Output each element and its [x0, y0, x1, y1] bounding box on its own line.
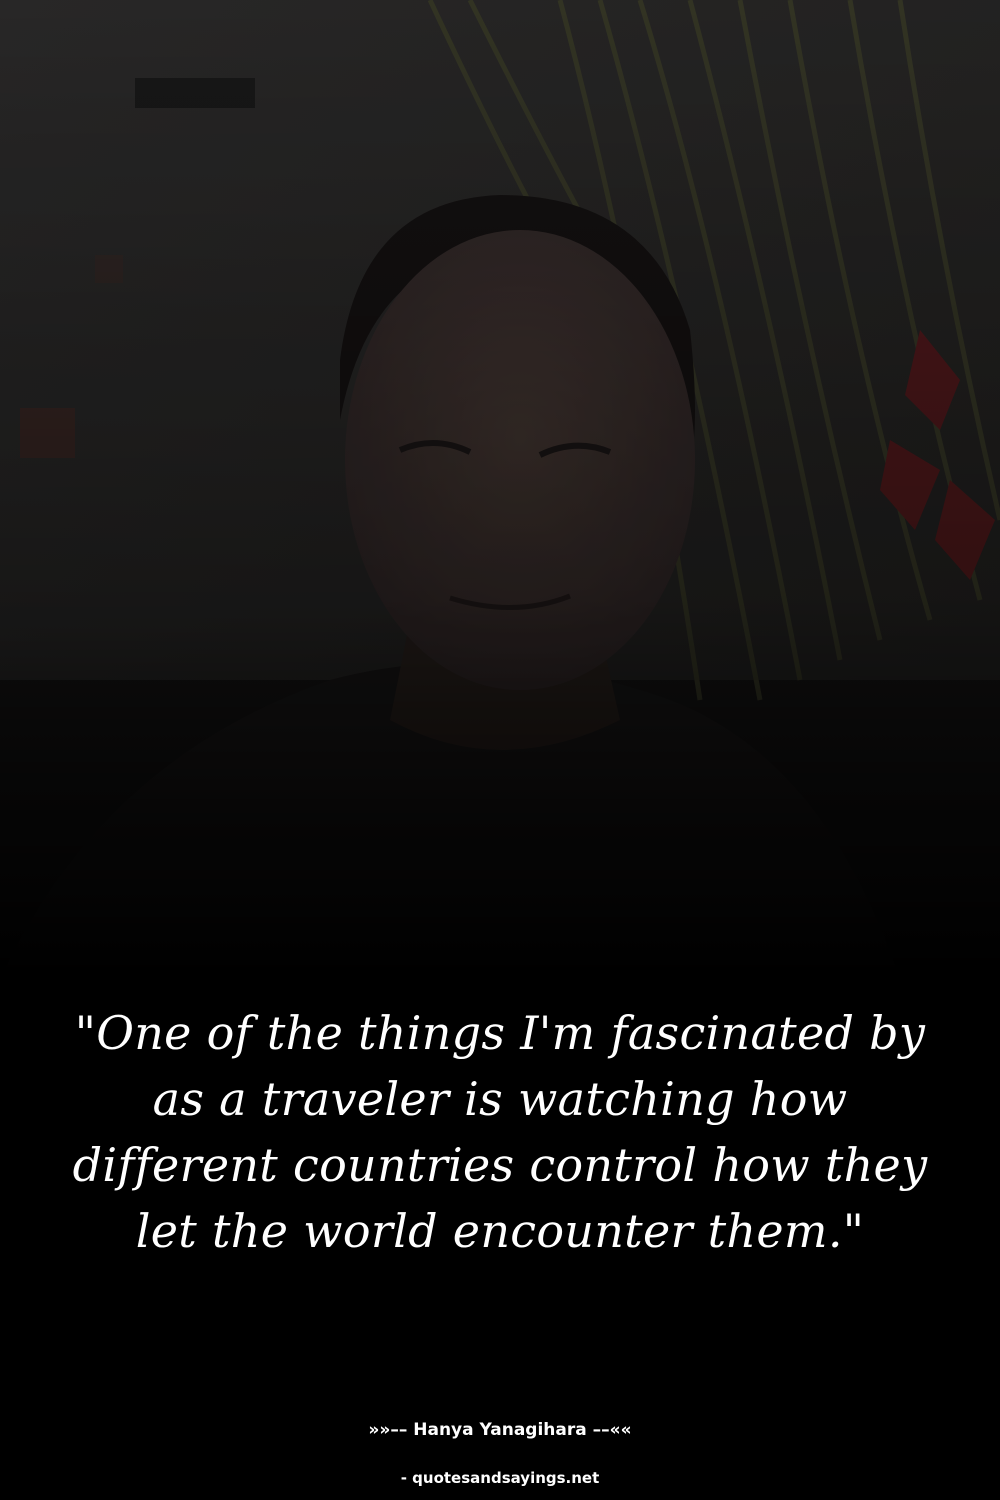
author-portrait-photo	[0, 0, 1000, 1000]
portrait-illustration	[0, 0, 1000, 1000]
source-watermark: - quotesandsayings.net	[400, 1469, 600, 1487]
quote-text: "One of the things I'm fascinated by as …	[72, 1006, 928, 1258]
quote-card: "One of the things I'm fascinated by as …	[0, 0, 1000, 1500]
author-attribution: »»–– Hanya Yanagihara ––««	[368, 1420, 632, 1440]
